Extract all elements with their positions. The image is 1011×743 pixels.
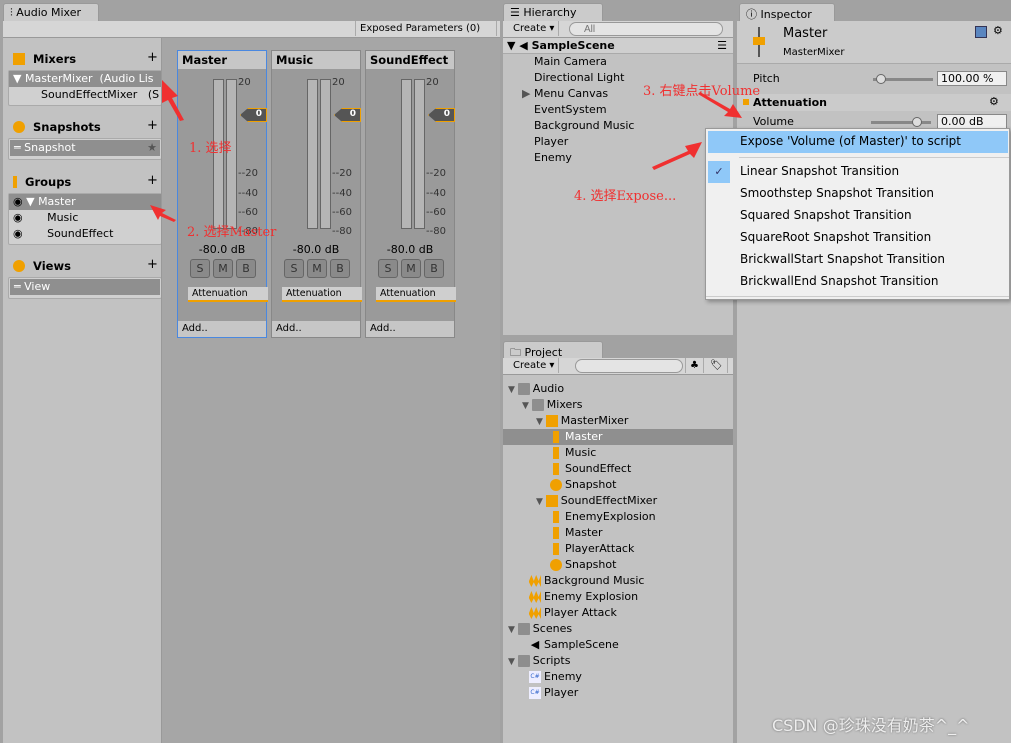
- annotation-arrows: [150, 80, 742, 222]
- watermark: CSDN @珍珠没有奶茶^_^: [772, 716, 970, 735]
- annotation-step-3: 3. 右键点击Volume: [643, 84, 761, 99]
- arrow-1: [162, 80, 184, 121]
- annotation-step-4: 4. 选择Expose...: [574, 189, 677, 204]
- arrow-4: [652, 142, 702, 170]
- annotation-step-2: 2. 选择Master: [187, 225, 277, 240]
- annotation-step-1: 1. 选择: [189, 141, 232, 156]
- arrow-2: [150, 205, 176, 222]
